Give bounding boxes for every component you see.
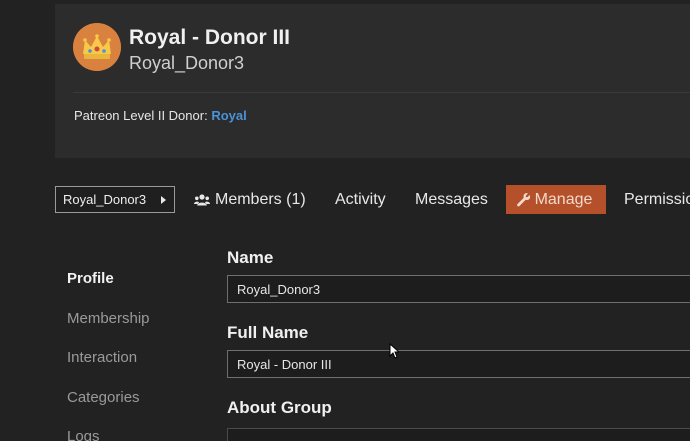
full-name-field[interactable] xyxy=(227,350,690,378)
tab-manage[interactable]: Manage xyxy=(506,185,606,214)
breadcrumb-label: Royal_Donor3 xyxy=(63,192,147,207)
sidebar-item-profile[interactable]: Profile xyxy=(67,270,114,287)
group-header: Royal - Donor III Royal_Donor3 Patreon L… xyxy=(55,4,690,158)
group-slug: Royal_Donor3 xyxy=(129,53,245,73)
caret-right-icon xyxy=(161,196,166,204)
tab-activity[interactable]: Activity xyxy=(335,185,386,214)
sidebar-item-logs[interactable]: Logs xyxy=(67,428,100,441)
donor-description: Patreon Level II Donor: Royal xyxy=(74,108,247,123)
about-group-label: About Group xyxy=(227,398,332,417)
crown-icon xyxy=(73,23,121,71)
about-group-editor[interactable] xyxy=(227,428,690,441)
users-icon xyxy=(194,193,210,206)
tab-messages[interactable]: Messages xyxy=(415,185,488,214)
name-field[interactable] xyxy=(227,275,690,303)
donor-prefix: Patreon Level II Donor: xyxy=(74,108,212,123)
wrench-icon xyxy=(516,192,531,207)
sidebar-item-membership[interactable]: Membership xyxy=(67,310,150,327)
sidebar-item-interaction[interactable]: Interaction xyxy=(67,349,137,366)
donor-link[interactable]: Royal xyxy=(211,108,246,123)
group-breadcrumb-button[interactable]: Royal_Donor3 xyxy=(55,186,175,213)
group-avatar xyxy=(73,23,121,71)
sidebar-item-categories[interactable]: Categories xyxy=(67,389,140,406)
full-name-label: Full Name xyxy=(227,323,309,342)
group-title: Royal - Donor III xyxy=(129,26,291,49)
mouse-cursor-icon xyxy=(389,343,399,359)
tab-members-label: Members (1) xyxy=(215,190,306,208)
page: Royal - Donor III Royal_Donor3 Patreon L… xyxy=(0,0,690,441)
tab-permissions[interactable]: Permissions xyxy=(624,185,690,214)
name-label: Name xyxy=(227,248,274,267)
header-divider xyxy=(73,92,690,93)
tab-members[interactable]: Members (1) xyxy=(194,185,306,214)
tab-manage-label: Manage xyxy=(534,190,593,208)
